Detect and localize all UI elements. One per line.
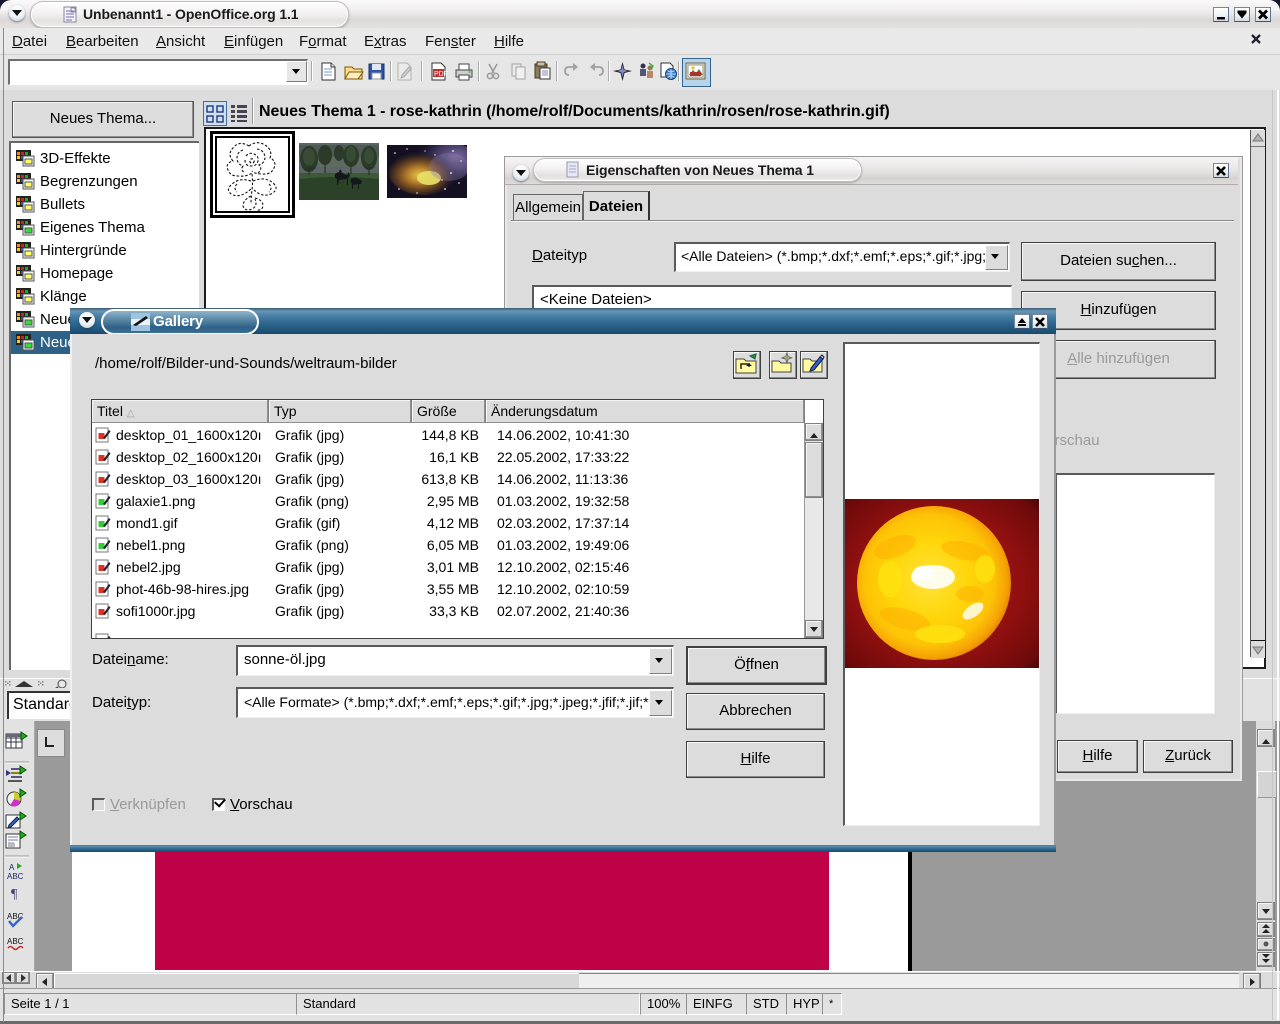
svg-text:A: A (9, 863, 15, 872)
svg-text:ABC: ABC (7, 872, 24, 881)
svg-text:ABC: ABC (7, 937, 24, 946)
svg-text:PDF: PDF (434, 71, 448, 78)
svg-text:¶: ¶ (11, 887, 18, 902)
